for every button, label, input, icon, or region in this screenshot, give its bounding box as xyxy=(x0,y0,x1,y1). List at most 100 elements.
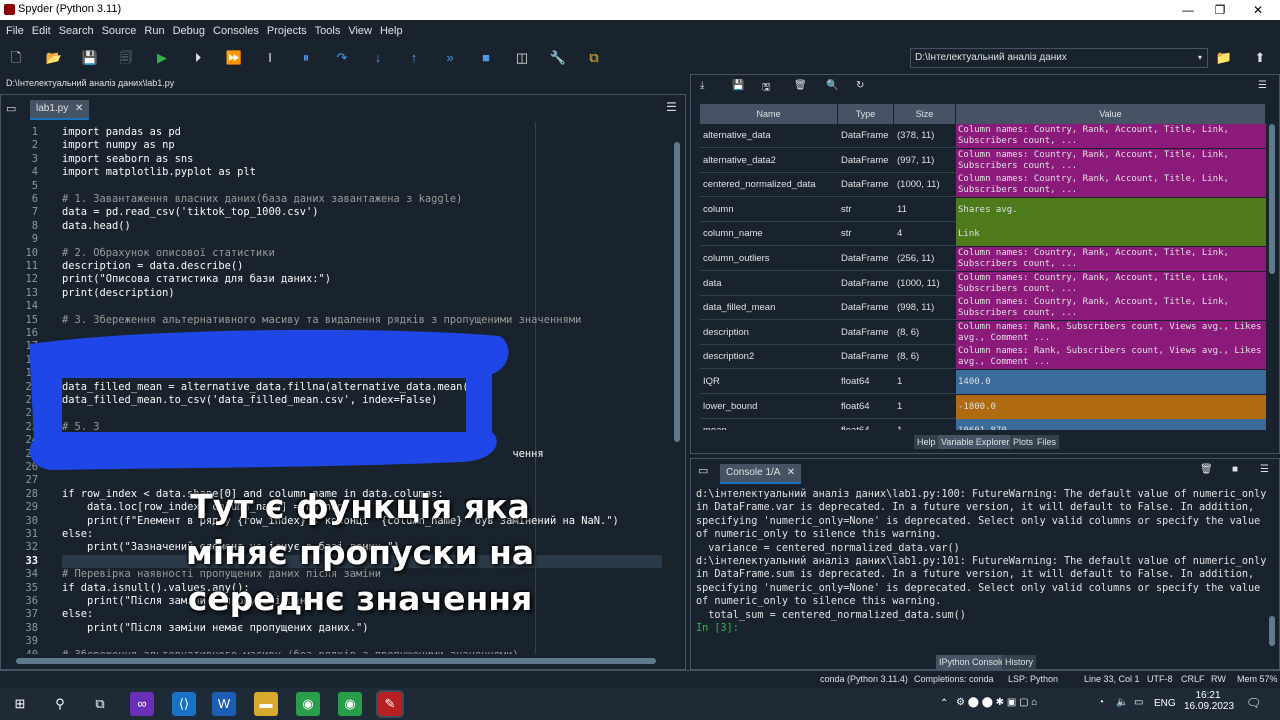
python-path-icon[interactable]: ⧉ xyxy=(584,48,604,68)
menu-file[interactable]: File xyxy=(2,20,28,42)
maximize-pane-icon[interactable]: ◫ xyxy=(512,48,532,68)
word-icon[interactable]: W xyxy=(212,692,236,716)
variable-row[interactable]: description2 DataFrame (8, 6) Column names:… xyxy=(700,345,1266,370)
variable-row[interactable]: IQR float64 1 1400.0 xyxy=(700,370,1266,394)
minimize-button[interactable]: — xyxy=(1170,0,1206,20)
tab-help[interactable]: Help xyxy=(914,435,939,449)
tray-app-icons[interactable]: ⚙ ⬤ ⬤ ✱ ▣ ▢ ⌂ xyxy=(956,697,1037,708)
language-indicator[interactable]: ENG xyxy=(1154,698,1176,709)
import-data-icon[interactable]: ⤓ xyxy=(700,80,704,91)
tab-history[interactable]: History xyxy=(1002,655,1037,669)
visual-studio-icon[interactable]: ∞ xyxy=(130,692,154,716)
menu-tools[interactable]: Tools xyxy=(311,20,345,42)
debug-icon[interactable]: ⏸ xyxy=(296,48,316,68)
menu-run[interactable]: Run xyxy=(140,20,168,42)
search-variables-icon[interactable]: 🔍 xyxy=(826,80,838,91)
run-selection-icon[interactable]: I xyxy=(260,48,280,68)
chrome-icon[interactable]: ◉ xyxy=(296,692,320,716)
run-cell-advance-icon[interactable]: ⏩ xyxy=(224,48,244,68)
variable-row[interactable]: lower_bound float64 1 -1800.0 xyxy=(700,394,1266,419)
chrome-profile-icon[interactable]: ◉ xyxy=(338,692,362,716)
run-cell-icon[interactable]: ⏵ xyxy=(188,48,208,68)
menu-view[interactable]: View xyxy=(344,20,376,42)
variable-row[interactable]: alternative_data DataFrame (378, 11) Column… xyxy=(700,124,1266,148)
step-over-icon[interactable]: ↷ xyxy=(332,48,352,68)
preferences-wrench-icon[interactable]: 🔧 xyxy=(548,48,568,68)
chevron-down-icon[interactable]: ▾ xyxy=(1198,48,1208,68)
menu-source[interactable]: Source xyxy=(98,20,141,42)
menu-consoles[interactable]: Consoles xyxy=(209,20,263,42)
variable-row[interactable]: data DataFrame (1000, 11) Column names: Cou… xyxy=(700,271,1266,296)
battery-icon[interactable]: ▭ xyxy=(1134,697,1143,708)
menu-help[interactable]: Help xyxy=(376,20,407,42)
refresh-icon[interactable]: ↻ xyxy=(856,80,864,91)
continue-icon[interactable]: » xyxy=(440,48,460,68)
save-all-icon[interactable]: 🗐 xyxy=(116,48,136,68)
network-icon[interactable]: ◔ xyxy=(1098,697,1104,708)
status-lsp[interactable]: LSP: Python xyxy=(1008,674,1058,684)
close-tab-icon[interactable]: ✕ xyxy=(75,103,83,114)
new-file-icon[interactable]: 🗋 xyxy=(6,48,26,68)
status-completions[interactable]: Completions: conda xyxy=(914,674,994,684)
editor-horizontal-scrollbar[interactable] xyxy=(6,656,666,666)
notifications-icon[interactable]: 🗨 xyxy=(1246,696,1261,710)
console-output[interactable]: d:\інтелектуальний аналіз даних\lab1.py:… xyxy=(696,488,1266,648)
run-icon[interactable]: ▶ xyxy=(152,48,172,68)
windows-start-icon[interactable]: ⊞ xyxy=(8,692,32,716)
maximize-button[interactable]: ❐ xyxy=(1202,0,1238,20)
console-scrollbar[interactable] xyxy=(1268,486,1276,650)
column-header-size[interactable]: Size xyxy=(894,104,956,124)
options-menu-icon[interactable]: ☰ xyxy=(1260,464,1269,475)
save-icon[interactable]: 💾 xyxy=(80,48,100,68)
open-file-icon[interactable]: 📂 xyxy=(44,48,64,68)
working-directory-field[interactable]: D:\Інтелектуальний аналіз даних xyxy=(910,48,1208,68)
variable-row[interactable]: column str 11 Shares avg. xyxy=(700,197,1266,222)
variable-row[interactable]: centered_normalized_data DataFrame (1000, … xyxy=(700,173,1266,198)
menu-edit[interactable]: Edit xyxy=(28,20,55,42)
column-header-value[interactable]: Value xyxy=(956,104,1266,124)
vscode-icon[interactable]: ⟨⟩ xyxy=(172,692,196,716)
variable-row[interactable]: meanfloat64110601.870 xyxy=(700,419,1266,430)
clock[interactable]: 16:21 16.09.2023 xyxy=(1184,690,1234,712)
task-view-icon[interactable]: ⧉ xyxy=(88,692,112,716)
status-env[interactable]: conda (Python 3.11.4) xyxy=(820,674,908,684)
options-menu-icon[interactable]: ☰ xyxy=(1258,80,1267,91)
tab-ipython-console[interactable]: IPython Console xyxy=(936,655,1009,669)
column-header-name[interactable]: Name xyxy=(700,104,838,124)
menu-debug[interactable]: Debug xyxy=(169,20,209,42)
tab-variable-explorer[interactable]: Variable Explorer xyxy=(938,435,1013,449)
close-tab-icon[interactable]: ✕ xyxy=(787,467,795,478)
variable-row[interactable]: description DataFrame (8, 6) Column names: … xyxy=(700,320,1266,345)
save-data-icon[interactable]: 💾 xyxy=(732,80,744,91)
close-window-button[interactable]: ✕ xyxy=(1240,0,1276,20)
column-header-type[interactable]: Type xyxy=(838,104,894,124)
save-data-as-icon[interactable]: 🖫 xyxy=(762,80,771,97)
tray-chevron-icon[interactable]: ⌃ xyxy=(940,698,948,709)
variable-row[interactable]: column_outliers DataFrame (256, 11) Column … xyxy=(700,247,1266,271)
step-into-icon[interactable]: ↓ xyxy=(368,48,388,68)
tab-files[interactable]: Files xyxy=(1034,435,1060,449)
menu-projects[interactable]: Projects xyxy=(263,20,311,42)
variable-row[interactable]: alternative_data2 DataFrame (997, 11) Colum… xyxy=(700,148,1266,173)
remove-icon[interactable]: 🗑 xyxy=(1200,464,1213,475)
variable-row[interactable]: data_filled_mean DataFrame (998, 11) Column… xyxy=(700,296,1266,321)
browse-tabs-icon[interactable]: ▭ xyxy=(698,464,708,477)
tab-plots[interactable]: Plots xyxy=(1010,435,1037,449)
file-explorer-icon[interactable]: ▬ xyxy=(254,692,278,716)
search-icon[interactable]: ⚲ xyxy=(48,692,72,716)
options-menu-icon[interactable]: ☰ xyxy=(666,100,677,114)
interrupt-kernel-icon[interactable]: ■ xyxy=(1232,464,1238,475)
browse-folder-icon[interactable]: 📁 xyxy=(1214,48,1234,68)
variable-table-scrollbar[interactable] xyxy=(1268,104,1276,430)
volume-icon[interactable]: 🔈 xyxy=(1116,697,1128,708)
spyder-taskbar-icon[interactable]: ✎ xyxy=(376,690,404,718)
parent-dir-arrow-icon[interactable]: ⬆ xyxy=(1250,48,1270,68)
editor-vertical-scrollbar[interactable] xyxy=(672,122,682,654)
tab-console[interactable]: Console 1/A ✕ xyxy=(720,464,802,484)
remove-all-icon[interactable]: 🗑 xyxy=(794,80,807,91)
stop-debug-icon[interactable]: ■ xyxy=(476,48,496,68)
menu-search[interactable]: Search xyxy=(55,20,98,42)
variable-row[interactable]: column_name str 4 Link xyxy=(700,222,1266,247)
browse-tabs-icon[interactable]: ▭ xyxy=(6,102,20,115)
step-return-icon[interactable]: ↑ xyxy=(404,48,424,68)
